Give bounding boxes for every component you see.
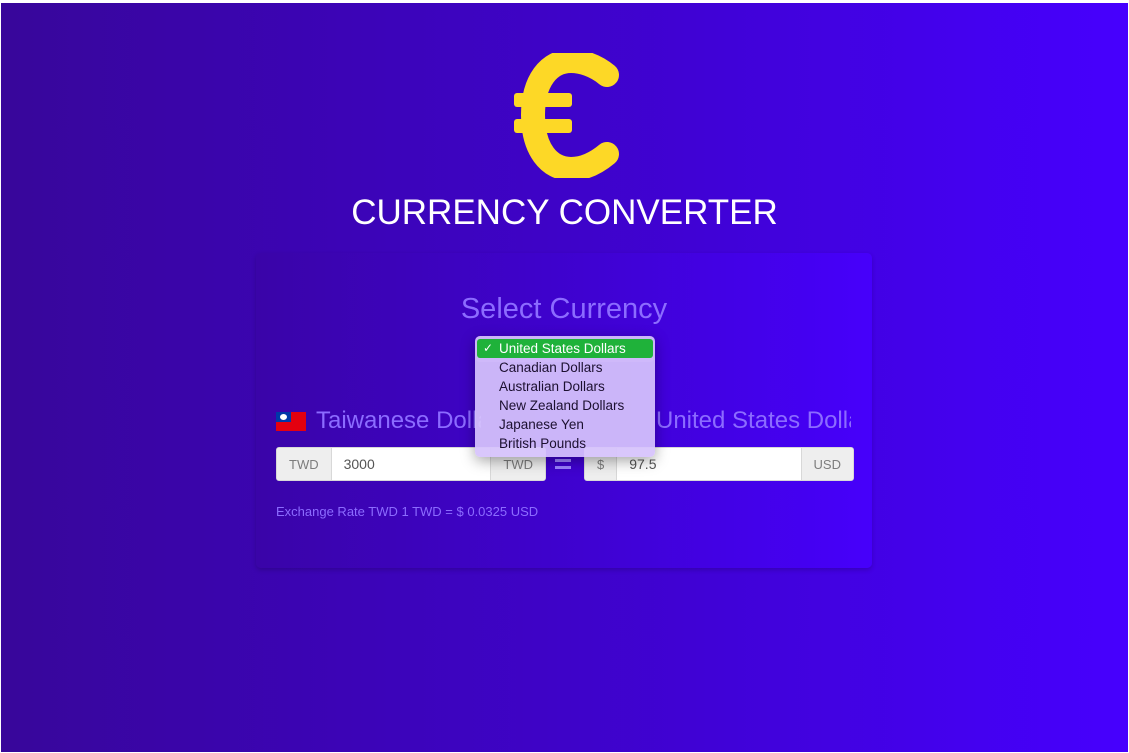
from-amount-input[interactable] (331, 448, 491, 480)
currency-option-aud[interactable]: Australian Dollars (477, 377, 653, 396)
currency-option-label: British Pounds (499, 436, 587, 451)
select-currency-heading: Select Currency (460, 293, 668, 325)
currency-option-jpy[interactable]: Japanese Yen (477, 415, 653, 434)
from-currency-name: Taiwanese Dollars (316, 407, 481, 434)
currency-option-label: New Zealand Dollars (499, 398, 625, 413)
equals-icon (555, 459, 571, 469)
checkmark-icon: ✓ (483, 341, 494, 355)
currency-option-usd[interactable]: ✓ United States Dollars (477, 339, 653, 358)
currency-option-label: United States Dollars (499, 341, 626, 356)
from-code-prefix: TWD (277, 448, 332, 480)
currency-option-gbp[interactable]: British Pounds (477, 434, 653, 453)
page-background: CURRENCY CONVERTER Select Currency Taiwa… (1, 3, 1128, 752)
from-currency-label: Taiwanese Dollars (276, 407, 481, 435)
to-code-suffix: USD (800, 448, 853, 480)
currency-option-nzd[interactable]: New Zealand Dollars (477, 396, 653, 415)
currency-option-label: Canadian Dollars (499, 360, 603, 375)
currency-option-cad[interactable]: Canadian Dollars (477, 358, 653, 377)
taiwan-flag-icon (276, 411, 306, 431)
currency-dropdown-menu: ✓ United States Dollars Canadian Dollars… (475, 336, 655, 457)
to-currency-label: United States Dollars (656, 407, 851, 435)
to-currency-name: United States Dollars (656, 407, 851, 434)
exchange-rate-text: Exchange Rate TWD 1 TWD = $ 0.0325 USD (276, 504, 539, 519)
app-title: CURRENCY CONVERTER (351, 193, 778, 232)
currency-option-label: Australian Dollars (499, 379, 605, 394)
currency-option-label: Japanese Yen (499, 417, 584, 432)
euro-icon (514, 53, 619, 178)
